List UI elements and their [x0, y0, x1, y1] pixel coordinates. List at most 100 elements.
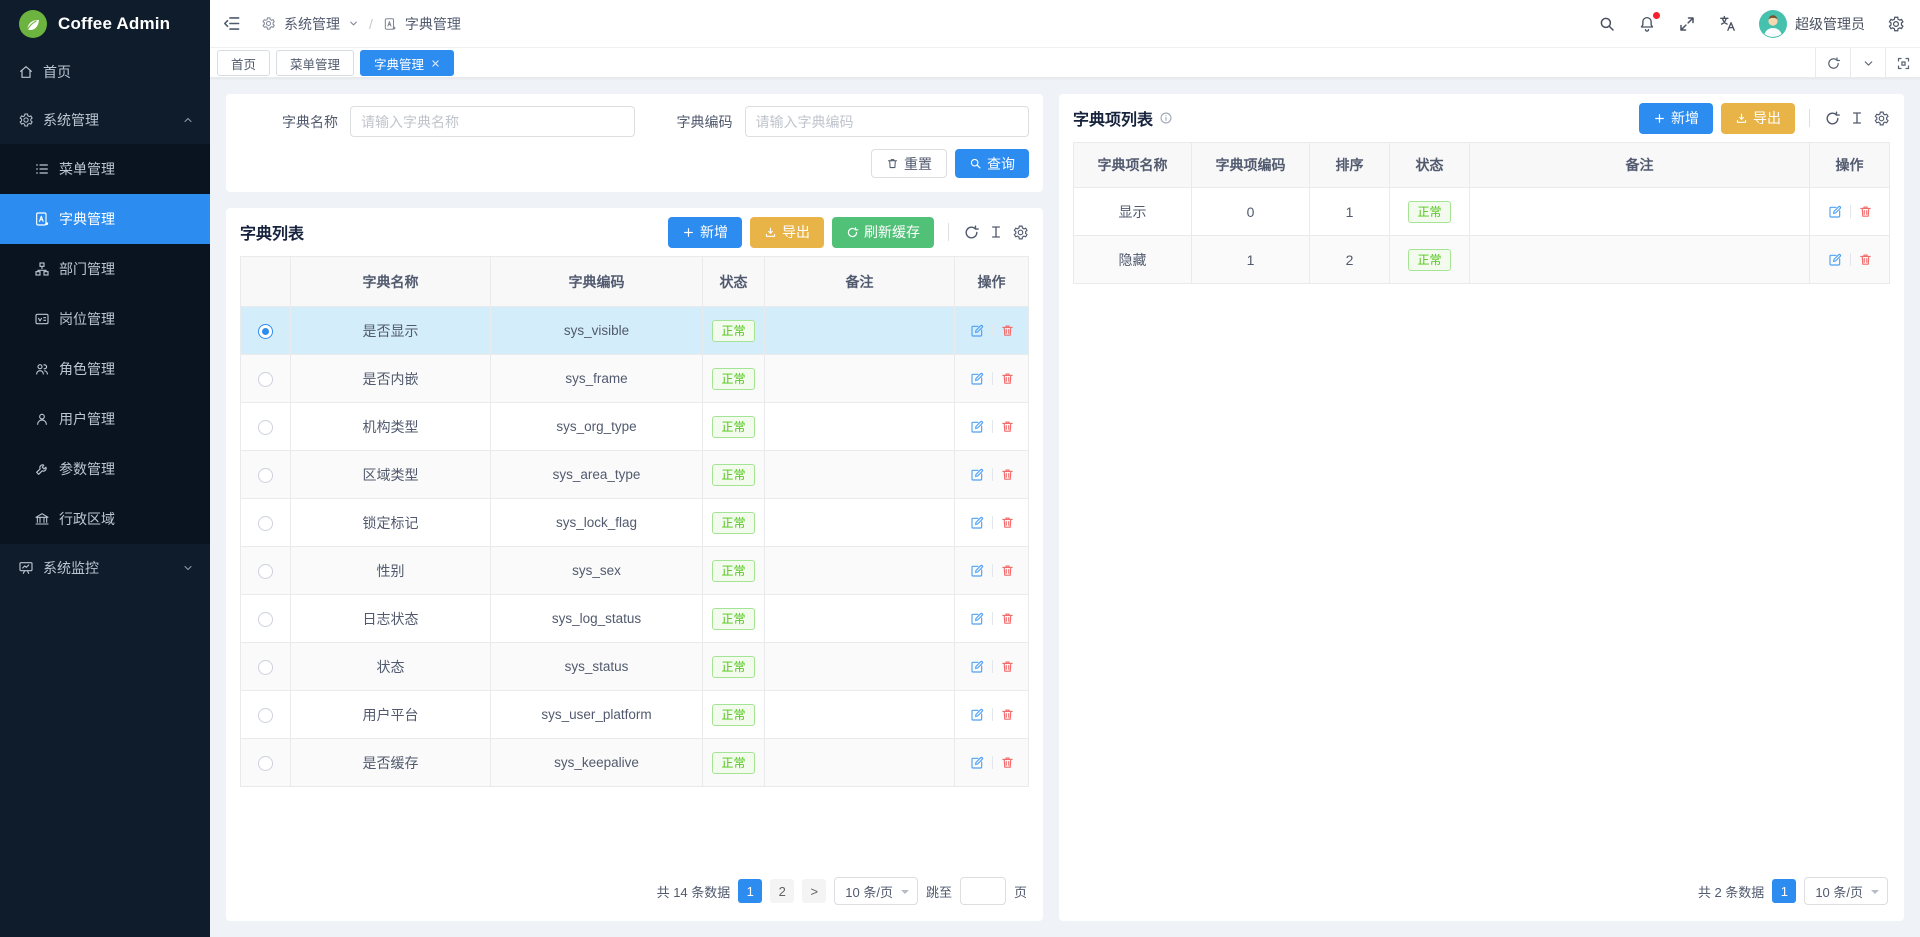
close-tab-icon[interactable] [431, 59, 440, 68]
page-size-select[interactable]: 10 条/页 [1804, 877, 1888, 905]
sidebar-item-role-mgmt[interactable]: 角色管理 [0, 344, 210, 394]
edit-icon[interactable] [969, 371, 985, 387]
delete-icon[interactable] [1000, 755, 1015, 770]
dict-table-row[interactable]: 机构类型 sys_org_type 正常 [241, 403, 1029, 451]
sidebar-item-home[interactable]: 首页 [0, 48, 210, 96]
delete-icon[interactable] [1000, 707, 1015, 722]
edit-icon[interactable] [969, 659, 985, 675]
row-select-radio[interactable] [258, 564, 273, 579]
tab-menu-chevron-icon[interactable] [1850, 48, 1885, 78]
dict-table-row[interactable]: 是否显示 sys_visible 正常 [241, 307, 1029, 355]
edit-icon[interactable] [969, 611, 985, 627]
dict-table-row[interactable]: 用户平台 sys_user_platform 正常 [241, 691, 1029, 739]
sidebar-item-dept-mgmt[interactable]: 部门管理 [0, 244, 210, 294]
edit-icon[interactable] [1827, 252, 1843, 268]
delete-icon[interactable] [1000, 659, 1015, 674]
column-settings-gear-icon[interactable] [1012, 224, 1029, 241]
status-badge: 正常 [1408, 201, 1450, 223]
notifications-bell-icon[interactable] [1638, 15, 1656, 33]
tab-home[interactable]: 首页 [217, 50, 270, 76]
edit-icon[interactable] [969, 323, 985, 339]
page-button-2[interactable]: 2 [770, 879, 794, 903]
refresh-table-icon[interactable] [963, 224, 980, 241]
delete-icon[interactable] [1000, 371, 1015, 386]
sidebar-item-dict-mgmt[interactable]: 字典管理 [0, 194, 210, 244]
sidebar-item-menu-mgmt[interactable]: 菜单管理 [0, 144, 210, 194]
settings-gear-icon[interactable] [1887, 15, 1905, 33]
tab-dict-mgmt[interactable]: 字典管理 [360, 50, 454, 76]
edit-icon[interactable] [969, 467, 985, 483]
info-icon[interactable] [1159, 111, 1173, 125]
edit-icon[interactable] [969, 563, 985, 579]
sidebar-item-user-mgmt[interactable]: 用户管理 [0, 394, 210, 444]
maximize-view-icon[interactable] [1885, 48, 1920, 78]
delete-icon[interactable] [1000, 467, 1015, 482]
plus-icon [682, 226, 695, 239]
collapse-sidebar-icon[interactable] [222, 14, 241, 33]
edit-icon[interactable] [969, 755, 985, 771]
row-select-radio[interactable] [258, 660, 273, 675]
reset-button[interactable]: 重置 [871, 149, 947, 178]
row-select-radio[interactable] [258, 516, 273, 531]
page-button-1[interactable]: 1 [1772, 879, 1796, 903]
delete-icon[interactable] [1858, 252, 1873, 267]
jump-page-input[interactable] [960, 877, 1006, 905]
row-select-radio[interactable] [258, 372, 273, 387]
dict-table-row[interactable]: 是否缓存 sys_keepalive 正常 [241, 739, 1029, 787]
sidebar-item-system-monitor[interactable]: 系统监控 [0, 544, 210, 592]
query-button[interactable]: 查询 [955, 149, 1029, 178]
dict-table-row[interactable]: 锁定标记 sys_lock_flag 正常 [241, 499, 1029, 547]
refresh-tabs-icon[interactable] [1815, 48, 1850, 78]
refresh-cache-button[interactable]: 刷新缓存 [832, 217, 934, 248]
sidebar-item-region-mgmt[interactable]: 行政区域 [0, 494, 210, 544]
dict-item-table-row[interactable]: 隐藏 1 2 正常 [1074, 236, 1890, 284]
dict-name-input[interactable] [350, 106, 635, 137]
row-select-radio[interactable] [258, 756, 273, 771]
delete-icon[interactable] [1000, 419, 1015, 434]
delete-icon[interactable] [1000, 611, 1015, 626]
sidebar-item-system-mgmt[interactable]: 系统管理 [0, 96, 210, 144]
row-select-radio[interactable] [258, 420, 273, 435]
edit-icon[interactable] [969, 707, 985, 723]
dict-table-row[interactable]: 是否内嵌 sys_frame 正常 [241, 355, 1029, 403]
dict-table-row[interactable]: 区域类型 sys_area_type 正常 [241, 451, 1029, 499]
edit-icon[interactable] [969, 515, 985, 531]
row-select-radio[interactable] [258, 324, 273, 339]
page-size-select[interactable]: 10 条/页 [834, 877, 918, 905]
dict-table-row[interactable]: 状态 sys_status 正常 [241, 643, 1029, 691]
delete-icon[interactable] [1000, 563, 1015, 578]
delete-icon[interactable] [1000, 323, 1015, 338]
sidebar-item-post-mgmt[interactable]: 岗位管理 [0, 294, 210, 344]
dict-item-table-row[interactable]: 显示 0 1 正常 [1074, 188, 1890, 236]
user-menu[interactable]: 超级管理员 [1759, 10, 1865, 38]
export-dict-item-button[interactable]: 导出 [1721, 103, 1795, 134]
breadcrumb-root[interactable]: 系统管理 [284, 14, 340, 34]
column-settings-gear-icon[interactable] [1873, 110, 1890, 127]
translate-icon[interactable] [1718, 14, 1737, 33]
edit-icon[interactable] [969, 419, 985, 435]
tab-menu-mgmt[interactable]: 菜单管理 [276, 50, 354, 76]
row-select-radio[interactable] [258, 612, 273, 627]
edit-icon[interactable] [1827, 204, 1843, 220]
dict-table-row[interactable]: 日志状态 sys_log_status 正常 [241, 595, 1029, 643]
delete-icon[interactable] [1858, 204, 1873, 219]
refresh-table-icon[interactable] [1824, 110, 1841, 127]
sidebar-item-param-mgmt[interactable]: 参数管理 [0, 444, 210, 494]
dict-code-input[interactable] [745, 106, 1030, 137]
fullscreen-icon[interactable] [1678, 15, 1696, 33]
row-height-icon[interactable] [1849, 110, 1865, 126]
export-dict-button[interactable]: 导出 [750, 217, 824, 248]
row-select-radio[interactable] [258, 468, 273, 483]
sidebar-item-label: 岗位管理 [59, 309, 115, 329]
status-badge: 正常 [712, 416, 754, 438]
logo[interactable]: Coffee Admin [0, 0, 210, 48]
add-dict-item-button[interactable]: 新增 [1639, 103, 1713, 134]
page-button-1[interactable]: 1 [738, 879, 762, 903]
next-page-button[interactable]: > [802, 879, 826, 903]
add-dict-button[interactable]: 新增 [668, 217, 742, 248]
row-height-icon[interactable] [988, 224, 1004, 240]
search-icon[interactable] [1598, 15, 1616, 33]
dict-table-row[interactable]: 性别 sys_sex 正常 [241, 547, 1029, 595]
row-select-radio[interactable] [258, 708, 273, 723]
delete-icon[interactable] [1000, 515, 1015, 530]
